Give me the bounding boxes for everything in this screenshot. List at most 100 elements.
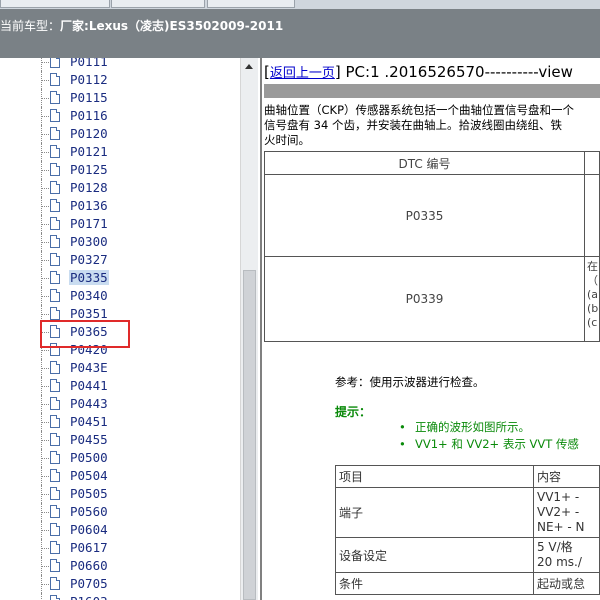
tree-item-label: P0111 xyxy=(70,58,108,69)
tree-item-p0560[interactable]: P0560 xyxy=(0,503,240,521)
tree-item-label: P0705 xyxy=(70,576,108,591)
tree-connector xyxy=(41,422,49,423)
tree-item-label: P0351 xyxy=(70,306,108,321)
tree-connector xyxy=(41,242,49,243)
back-link[interactable]: 返回上一页 xyxy=(270,66,335,81)
tree-connector xyxy=(41,368,49,369)
tree-item-p0125[interactable]: P0125 xyxy=(0,161,240,179)
tree-item-p0121[interactable]: P0121 xyxy=(0,143,240,161)
scroll-thumb[interactable] xyxy=(243,270,256,600)
document-icon xyxy=(50,217,60,230)
desc-line: 信号盘有 34 个齿，并安装在曲轴上。拾波线圈由绕组、铁 xyxy=(264,118,562,132)
content-cell: VV1+ - VV2+ - NE+ - N xyxy=(532,487,600,538)
tree-item-p0136[interactable]: P0136 xyxy=(0,197,240,215)
tree-item-p0115[interactable]: P0115 xyxy=(0,89,240,107)
document-icon xyxy=(50,541,60,554)
tree-item-p0441[interactable]: P0441 xyxy=(0,377,240,395)
tree-item-label: P0443 xyxy=(70,396,108,411)
table-row: P0339 在 （ (a (b (c xyxy=(264,256,600,342)
tree-item-label: P0340 xyxy=(70,288,108,303)
tree-item-label: P0300 xyxy=(70,234,108,249)
tree-connector xyxy=(41,494,49,495)
hint-item: VV1+ 和 VV2+ 表示 VVT 传感 xyxy=(399,436,579,453)
desc-line: 火时间。 xyxy=(264,133,310,147)
document-icon xyxy=(50,595,60,600)
tree-connector xyxy=(41,80,49,81)
item-cell: 条件 xyxy=(335,572,534,595)
tree-item-p0171[interactable]: P0171 xyxy=(0,215,240,233)
tree-item-p0128[interactable]: P0128 xyxy=(0,179,240,197)
tree-item-label: P0455 xyxy=(70,432,108,447)
tree-item-p043e[interactable]: P043E xyxy=(0,359,240,377)
tree-item-p0340[interactable]: P0340 xyxy=(0,287,240,305)
tree-item-p0112[interactable]: P0112 xyxy=(0,71,240,89)
tree-connector xyxy=(41,224,49,225)
detail-line: （ xyxy=(587,274,598,287)
document-icon xyxy=(50,577,60,590)
dtc-detail-cell: 在 （ (a (b (c xyxy=(584,256,600,342)
content-line: VV1+ - xyxy=(536,490,580,504)
tree-item-p0505[interactable]: P0505 xyxy=(0,485,240,503)
tree-item-p0120[interactable]: P0120 xyxy=(0,125,240,143)
tree-item-p0617[interactable]: P0617 xyxy=(0,539,240,557)
document-icon xyxy=(50,397,60,410)
tree-connector xyxy=(41,62,49,63)
tree-item-p0455[interactable]: P0455 xyxy=(0,431,240,449)
tree-item-p0705[interactable]: P0705 xyxy=(0,575,240,593)
current-vehicle: 当前车型：厂家:Lexus（凌志)ES3502009-2011 xyxy=(0,17,283,34)
tree-connector xyxy=(41,188,49,189)
tree-connector xyxy=(41,512,49,513)
tree-connector xyxy=(41,404,49,405)
selection-highlight-box xyxy=(40,320,130,348)
table-row: P0335 xyxy=(264,174,600,257)
dtc-code-cell: P0339 xyxy=(264,256,585,342)
document-icon xyxy=(50,451,60,464)
reference-note: 参考：使用示波器进行检查。 xyxy=(335,375,485,389)
toolbar-button-3[interactable] xyxy=(207,0,295,8)
content-line: 5 V/格 xyxy=(536,540,573,554)
header-bar: 当前车型：厂家:Lexus（凌志)ES3502009-2011 xyxy=(0,0,600,58)
dtc-table: DTC 编号 P0335 P0339 在 （ (a (b (c xyxy=(264,151,600,342)
tree-item-label: P0120 xyxy=(70,126,108,141)
tree-connector xyxy=(41,440,49,441)
tree-item-label: P0335 xyxy=(69,270,109,285)
tree-item-p0500[interactable]: P0500 xyxy=(0,449,240,467)
scope-table: 项目 内容 端子 VV1+ - VV2+ - NE+ - N 设备设定 5 V/… xyxy=(335,465,600,595)
tree-item-p0111[interactable]: P0111 xyxy=(0,58,240,71)
tree-item-p0327[interactable]: P0327 xyxy=(0,251,240,269)
toolbar-button-1[interactable] xyxy=(0,0,110,8)
tree-item-p0504[interactable]: P0504 xyxy=(0,467,240,485)
document-icon xyxy=(50,307,60,320)
page-code: PC:1 .2016526570----------view xyxy=(340,63,573,81)
tree-item-p0660[interactable]: P0660 xyxy=(0,557,240,575)
vehicle-label: 当前车型： xyxy=(0,19,61,33)
tree-item-label: P0451 xyxy=(70,414,108,429)
hint-item: 正确的波形如图所示。 xyxy=(399,419,579,436)
tree-item-label: P0115 xyxy=(70,90,108,105)
document-icon xyxy=(50,58,60,68)
hint-list: 正确的波形如图所示。 VV1+ 和 VV2+ 表示 VVT 传感 xyxy=(399,419,579,453)
tree-item-label: P0604 xyxy=(70,522,108,537)
tree-item-p0335[interactable]: P0335 xyxy=(0,269,240,287)
tree-connector xyxy=(41,530,49,531)
toolbar-button-2[interactable] xyxy=(111,0,205,8)
tree-item-label: P0617 xyxy=(70,540,108,555)
table-row: 条件 起动或怠 xyxy=(335,572,600,595)
tree-scrollbar[interactable] xyxy=(240,58,258,600)
tree-connector xyxy=(41,58,42,71)
tree-item-p0604[interactable]: P0604 xyxy=(0,521,240,539)
document-icon xyxy=(50,433,60,446)
tree-item-label: P043E xyxy=(70,360,108,375)
tree-item-p0443[interactable]: P0443 xyxy=(0,395,240,413)
dtc-code-cell: P0335 xyxy=(264,174,585,257)
tree-item-p0116[interactable]: P0116 xyxy=(0,107,240,125)
vehicle-value: 厂家:Lexus（凌志)ES3502009-2011 xyxy=(60,19,284,33)
detail-line: 在 xyxy=(587,260,598,273)
tree-item-p0300[interactable]: P0300 xyxy=(0,233,240,251)
document-icon xyxy=(50,181,60,194)
tree-item-p1603[interactable]: P1603 xyxy=(0,593,240,600)
dtc-detail-cell xyxy=(584,174,600,257)
scroll-up-button[interactable] xyxy=(241,58,258,75)
tree-item-label: P1603 xyxy=(69,594,109,600)
tree-item-p0451[interactable]: P0451 xyxy=(0,413,240,431)
